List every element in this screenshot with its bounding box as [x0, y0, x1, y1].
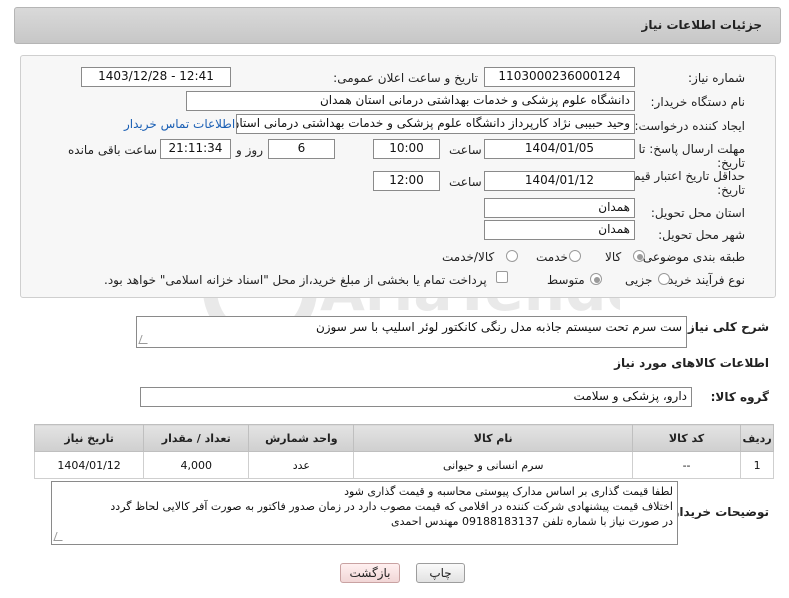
category-label: طبقه بندی موضوعی:: [638, 250, 745, 264]
cell-unit: عدد: [248, 451, 355, 479]
category-radio-goods-service[interactable]: [506, 250, 518, 262]
announce-datetime-field: 1403/12/28 - 12:41: [81, 67, 231, 87]
city-field: همدان: [484, 220, 635, 240]
general-desc-textarea[interactable]: ست سرم تحت سیستم جاذبه مدل رنگی کانکتور …: [136, 316, 687, 348]
buyer-notes-line-1: لطفا قیمت گذاری بر اساس مدارک پیوستی محا…: [344, 485, 673, 498]
buyer-notes-line-3: در صورت نیاز با شماره تلفن 09188183137 م…: [390, 515, 673, 528]
col-header-need-date: تاریخ نیاز: [33, 424, 145, 452]
reply-deadline-label-2: تاریخ:: [717, 156, 745, 170]
buyer-notes-line-2: اختلاف قیمت پیشنهادی شرکت کننده در اقلام…: [110, 500, 673, 513]
print-button[interactable]: چاپ: [416, 563, 465, 583]
buyer-notes-label: توضیحات خریدار:: [667, 505, 769, 519]
province-label: استان محل تحویل:: [650, 206, 745, 220]
buyer-org-label: نام دستگاه خریدار:: [650, 95, 746, 109]
category-radio-goods[interactable]: [633, 250, 645, 262]
need-number-field: 1103000236000124: [484, 67, 635, 87]
purchase-option-medium: متوسط: [547, 273, 585, 287]
requester-field: وحید حبیبی نژاد کارپرداز دانشگاه علوم پز…: [236, 114, 635, 134]
city-label: شهر محل تحویل:: [658, 228, 745, 242]
cell-need-date: 1404/01/12: [33, 451, 145, 479]
reply-deadline-label: مهلت ارسال پاسخ: تا: [638, 142, 745, 156]
buyer-org-field: دانشگاه علوم پزشکی و خدمات بهداشتی درمان…: [186, 91, 635, 111]
category-option-goods-service: کالا/خدمت: [442, 250, 495, 264]
items-table-header: ردیف کد کالا نام کالا واحد شمارش تعداد /…: [33, 424, 774, 452]
back-button[interactable]: بازگشت: [340, 563, 400, 583]
reply-days-field: 6: [268, 139, 335, 159]
items-info-heading: اطلاعات کالاهای مورد نیاز: [614, 356, 769, 370]
reply-time-label: ساعت: [449, 143, 482, 157]
validity-time-field: 12:00: [373, 171, 440, 191]
treasury-payment-checkbox[interactable]: [496, 271, 508, 283]
col-header-quantity: تعداد / مقدار: [143, 424, 250, 452]
cell-goods-name: سرم انسانی و حیوانی: [353, 451, 633, 479]
buyer-notes-textarea[interactable]: لطفا قیمت گذاری بر اساس مدارک پیوستی محا…: [51, 481, 678, 545]
treasury-payment-note: پرداخت تمام یا بخشی از مبلغ خرید،از محل …: [104, 273, 487, 287]
goods-group-label: گروه کالا:: [710, 390, 769, 404]
category-option-goods: کالا: [605, 250, 622, 264]
cell-row-number: 1: [740, 451, 774, 479]
reply-date-field: 1404/01/05: [484, 139, 635, 159]
purchase-radio-medium[interactable]: [590, 273, 602, 285]
page-title: جزئیات اطلاعات نیاز: [641, 18, 762, 32]
col-header-unit: واحد شمارش: [248, 424, 355, 452]
col-header-goods-name: نام کالا: [353, 424, 633, 452]
items-table: ردیف کد کالا نام کالا واحد شمارش تعداد /…: [33, 424, 774, 479]
need-number-label: شماره نیاز:: [688, 71, 745, 85]
buyer-contact-link[interactable]: اطلاعات تماس خریدار: [124, 117, 235, 131]
province-field: همدان: [484, 198, 635, 218]
col-header-row-number: ردیف: [740, 424, 774, 452]
requester-label: ایجاد کننده درخواست:: [634, 119, 745, 133]
purchase-type-label: نوع فرآیند خرید :: [660, 273, 745, 287]
remaining-label: ساعت باقی مانده: [68, 143, 158, 157]
page-header: جزئیات اطلاعات نیاز: [14, 7, 781, 44]
cell-goods-code: --: [631, 451, 742, 479]
validity-time-label: ساعت: [449, 175, 482, 189]
col-header-goods-code: کد کالا: [631, 424, 742, 452]
price-validity-label-2: تاریخ:: [717, 183, 745, 197]
purchase-option-minor: جزیی: [625, 273, 653, 287]
day-and-label: روز و: [236, 143, 263, 157]
goods-group-field: دارو، پزشکی و سلامت: [140, 387, 692, 407]
table-row: 1 -- سرم انسانی و حیوانی عدد 4,000 1404/…: [33, 451, 774, 479]
general-desc-label: شرح کلی نیاز:: [683, 320, 769, 334]
cell-quantity: 4,000: [143, 451, 250, 479]
category-option-service: خدمت: [536, 250, 568, 264]
validity-date-field: 1404/01/12: [484, 171, 635, 191]
reply-time-field: 10:00: [373, 139, 440, 159]
category-radio-service[interactable]: [569, 250, 581, 262]
purchase-radio-minor[interactable]: [658, 273, 670, 285]
remaining-time-field: 21:11:34: [160, 139, 231, 159]
announce-datetime-label: تاریخ و ساعت اعلان عمومی:: [333, 71, 478, 85]
